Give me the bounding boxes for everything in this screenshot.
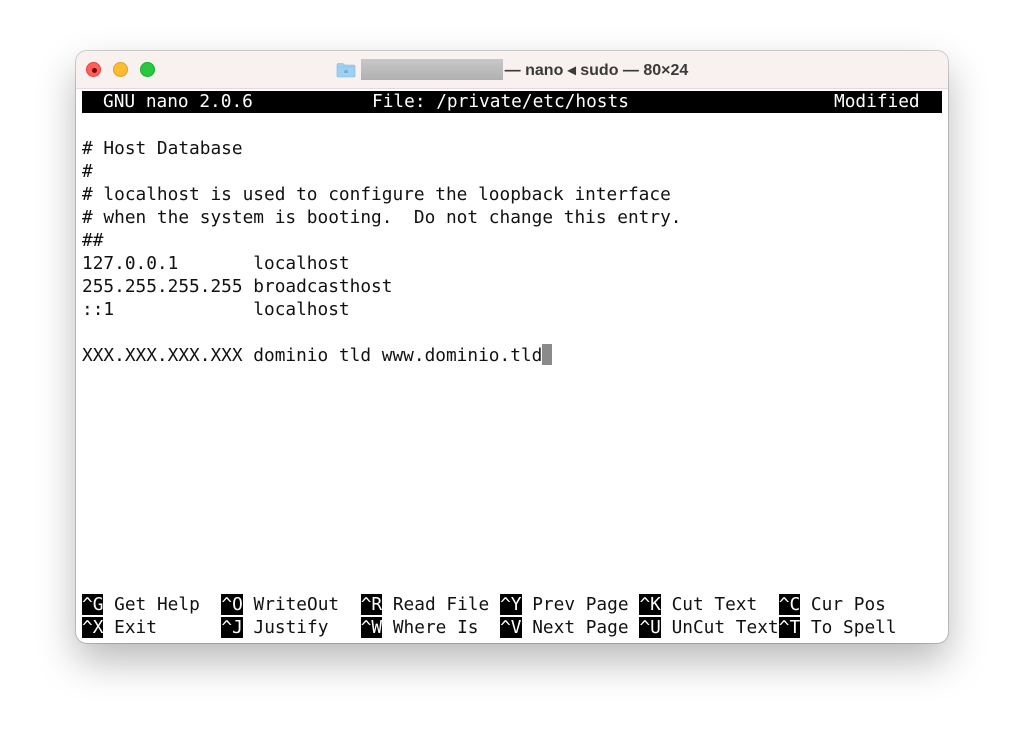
shortcut-bar: ^G Get Help ^O WriteOut ^R Read File ^Y Pre…	[82, 593, 942, 639]
nano-version: GNU nano 2.0.6	[103, 91, 253, 112]
shortcut-key: ^K	[639, 594, 661, 615]
text-cursor	[542, 344, 553, 365]
shortcut-where-is[interactable]: ^W Where Is	[360, 616, 479, 639]
terminal-window: — nano ◂ sudo — 80×24 GNU nano 2.0.6 Fil…	[76, 51, 948, 643]
shortcut-next-page[interactable]: ^V Next Page	[500, 616, 629, 639]
shortcut-prev-page[interactable]: ^Y Prev Page	[500, 593, 629, 616]
shortcut-key: ^O	[221, 594, 243, 615]
shortcut-label: UnCut Text	[660, 617, 779, 638]
shortcut-key: ^J	[221, 617, 243, 638]
line-text: # Host Database	[82, 138, 243, 159]
line-text: ##	[82, 230, 104, 251]
editor-line[interactable]: # Host Database	[82, 137, 682, 160]
line-text: # when the system is booting. Do not cha…	[82, 207, 682, 228]
editor-line[interactable]	[82, 321, 682, 344]
line-text: 127.0.0.1 localhost	[82, 253, 350, 274]
shortcut-label: Where Is	[382, 617, 479, 638]
editor-line[interactable]: ::1 localhost	[82, 298, 682, 321]
shortcut-key: ^G	[82, 594, 104, 615]
editor-line[interactable]: 127.0.0.1 localhost	[82, 252, 682, 275]
shortcut-key: ^R	[360, 594, 383, 615]
editor-line[interactable]: # when the system is booting. Do not cha…	[82, 206, 682, 229]
shortcut-writeout[interactable]: ^O WriteOut	[221, 593, 339, 616]
line-text: 255.255.255.255 broadcasthost	[82, 276, 393, 297]
shortcut-exit[interactable]: ^X Exit	[82, 616, 157, 639]
shortcut-label: Cur Pos	[800, 594, 886, 615]
editor-line[interactable]: # localhost is used to configure the loo…	[82, 183, 682, 206]
editor-line[interactable]: XXX.XXX.XXX.XXX dominio tld www.dominio.…	[82, 344, 682, 367]
line-text: ::1 localhost	[82, 299, 350, 320]
shortcut-label: Get Help	[103, 594, 200, 615]
redacted-path	[360, 59, 503, 80]
home-folder-icon	[336, 62, 355, 77]
editor-line[interactable]: 255.255.255.255 broadcasthost	[82, 275, 682, 298]
shortcut-justify[interactable]: ^J Justify	[221, 616, 328, 639]
shortcut-label: Cut Text	[660, 594, 758, 615]
shortcut-cur-pos[interactable]: ^C Cur Pos	[778, 593, 886, 616]
terminal-content[interactable]: GNU nano 2.0.6 File: /private/etc/hosts …	[82, 91, 942, 643]
shortcut-get-help[interactable]: ^G Get Help	[82, 593, 200, 616]
nano-filename: File: /private/etc/hosts	[372, 91, 629, 112]
editor-line[interactable]: ##	[82, 229, 682, 252]
window-title: — nano ◂ sudo — 80×24	[76, 51, 948, 88]
window-title-text: — nano ◂ sudo — 80×24	[504, 61, 689, 79]
shortcut-read-file[interactable]: ^R Read File	[360, 593, 490, 616]
shortcut-key: ^V	[500, 617, 522, 638]
line-text: # localhost is used to configure the loo…	[82, 184, 671, 205]
shortcut-key: ^W	[360, 617, 383, 638]
title-bar[interactable]: — nano ◂ sudo — 80×24	[76, 51, 948, 89]
shortcut-label: WriteOut	[242, 594, 340, 615]
nano-modified-status: Modified	[834, 91, 920, 112]
shortcut-label: Read File	[382, 594, 490, 615]
shortcut-key: ^Y	[500, 594, 522, 615]
shortcut-label: Justify	[242, 617, 329, 638]
shortcut-label: To Spell	[800, 617, 897, 638]
nano-header-bar: GNU nano 2.0.6 File: /private/etc/hosts …	[82, 91, 942, 113]
line-text: XXX.XXX.XXX.XXX dominio tld www.dominio.…	[82, 345, 543, 366]
shortcut-uncut-text[interactable]: ^U UnCut Text	[639, 616, 779, 639]
shortcut-cut-text[interactable]: ^K Cut Text	[639, 593, 757, 616]
line-text: #	[82, 161, 93, 182]
shortcut-key: ^T	[778, 617, 801, 638]
shortcut-to-spell[interactable]: ^T To Spell	[778, 616, 897, 639]
shortcut-key: ^C	[778, 594, 801, 615]
shortcut-label: Exit	[103, 617, 157, 638]
editor-buffer[interactable]: # Host Database # # localhost is used to c…	[82, 137, 682, 367]
shortcut-key: ^X	[82, 617, 104, 638]
shortcut-key: ^U	[639, 617, 661, 638]
shortcut-label: Prev Page	[521, 594, 629, 615]
shortcut-label: Next Page	[521, 617, 629, 638]
editor-line[interactable]: #	[82, 160, 682, 183]
